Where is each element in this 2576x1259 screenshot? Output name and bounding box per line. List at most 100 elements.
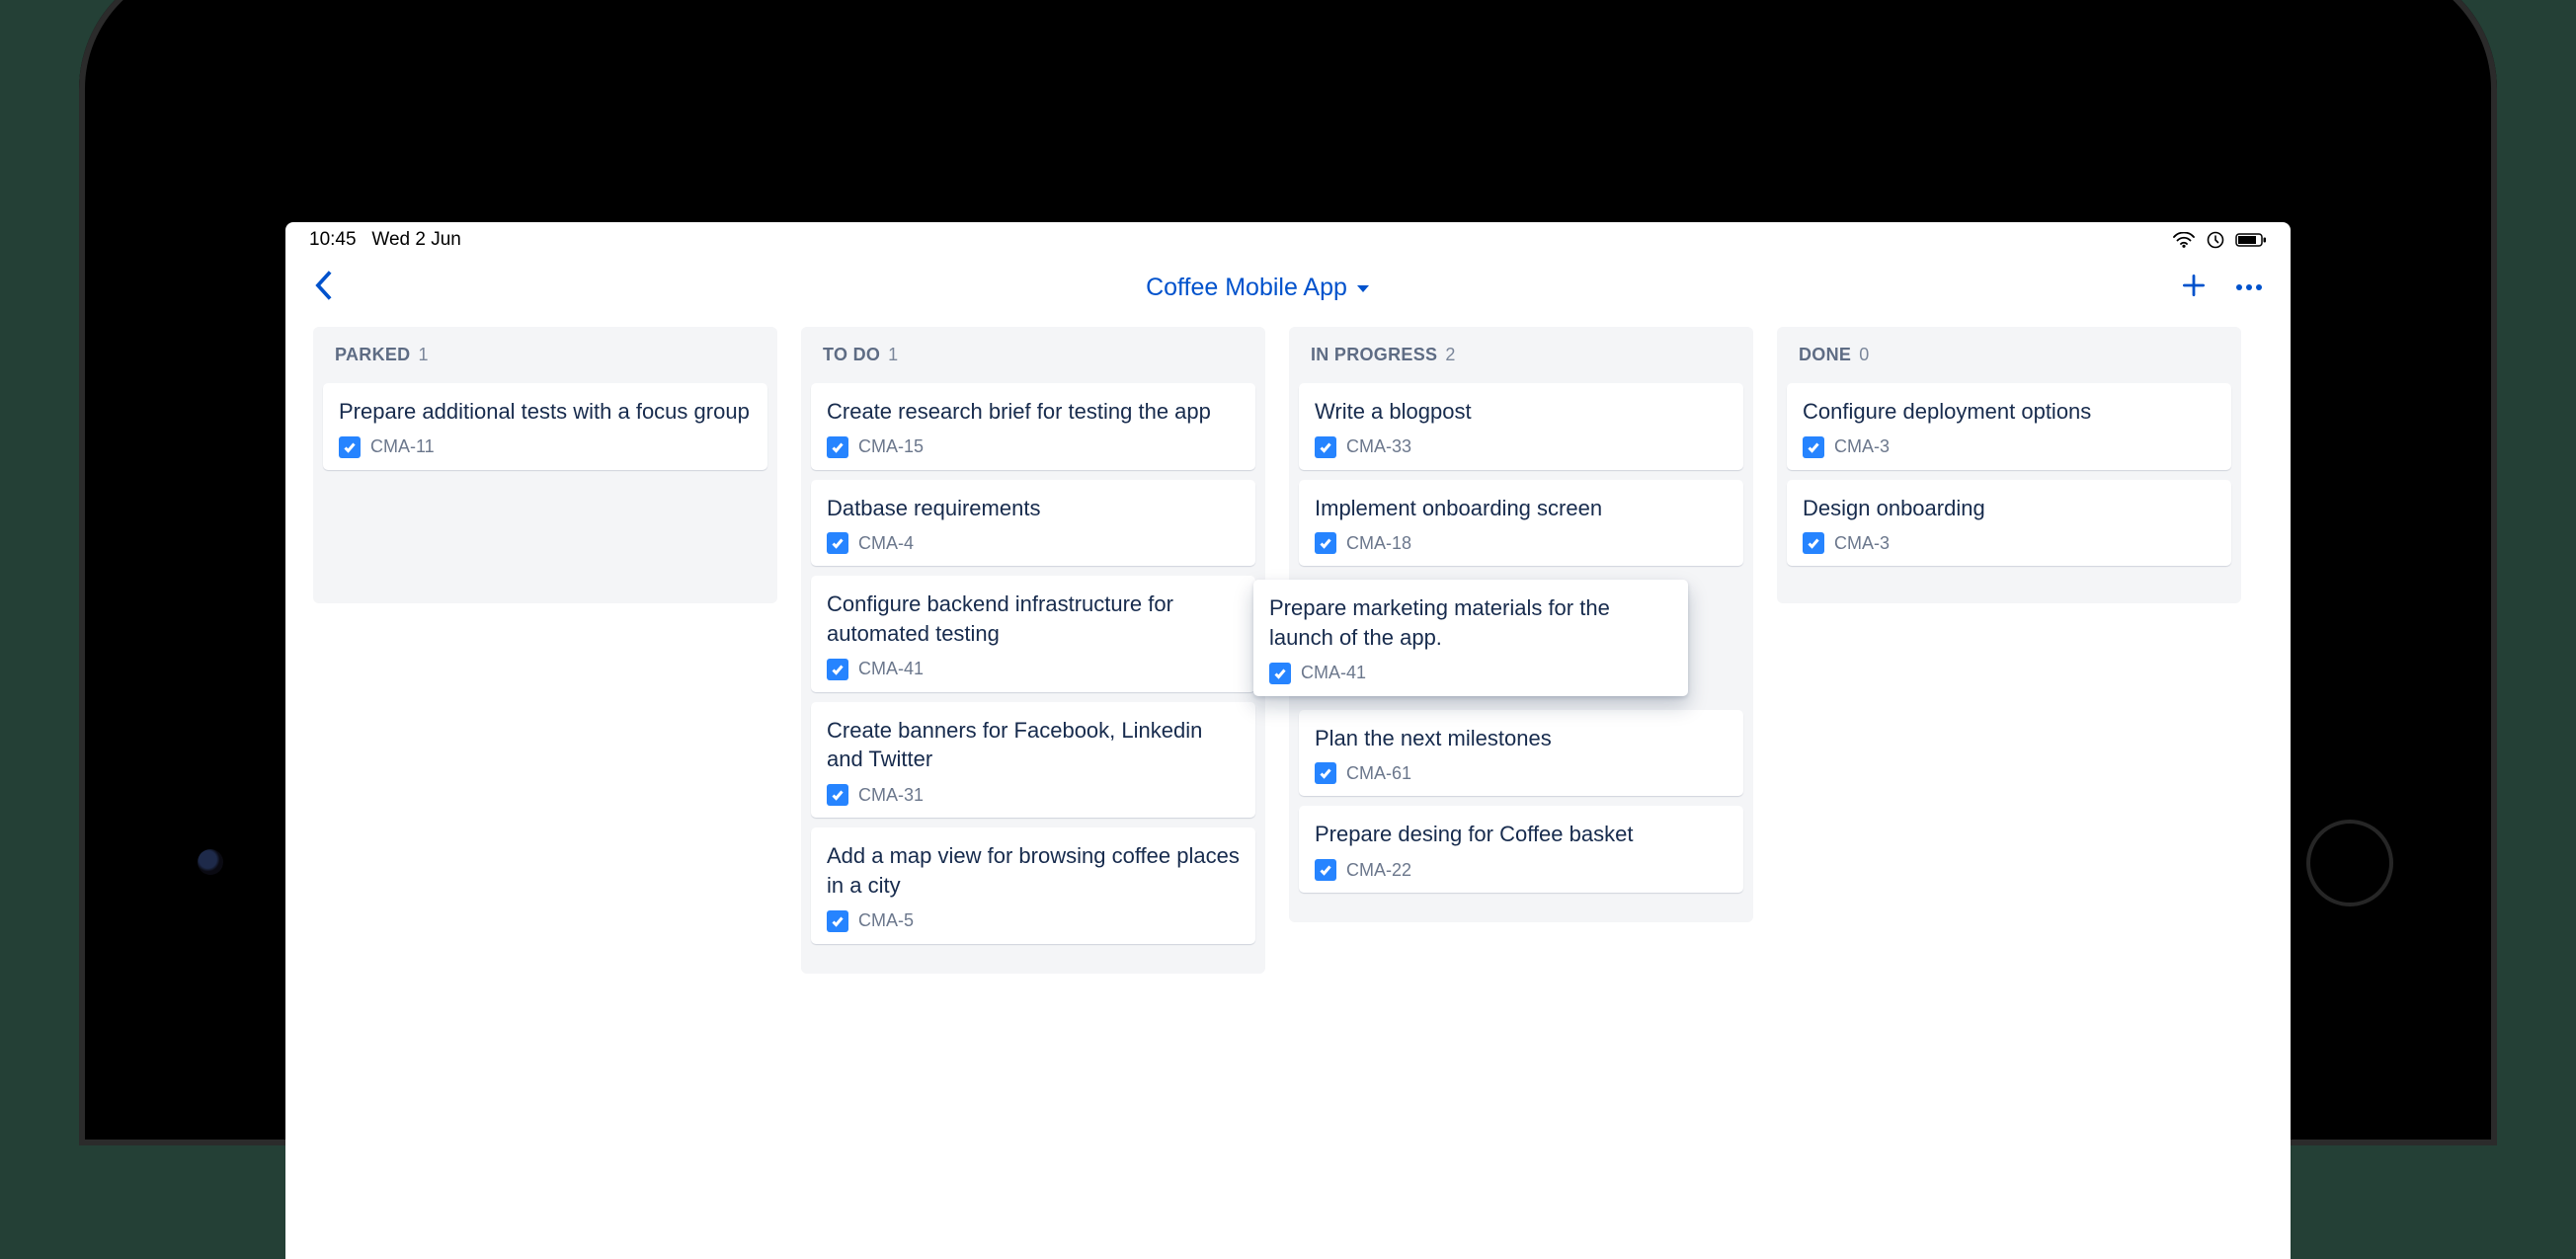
app-bar: Coffee Mobile App: [285, 258, 2291, 317]
column-count: 1: [888, 345, 898, 365]
card-title: Datbase requirements: [827, 494, 1240, 523]
card-title: Configure deployment options: [1803, 397, 2215, 427]
back-button[interactable]: [313, 270, 335, 306]
card-key: CMA-15: [858, 436, 924, 457]
column-count: 0: [1859, 345, 1869, 365]
card-key: CMA-3: [1834, 436, 1890, 457]
task-type-icon: [1803, 532, 1824, 554]
card-meta: CMA-18: [1315, 532, 1728, 554]
card-title: Design onboarding: [1803, 494, 2215, 523]
task-type-icon: [827, 659, 848, 680]
card-meta: CMA-31: [827, 784, 1240, 806]
card[interactable]: Prepare marketing materials for the laun…: [1253, 580, 1688, 695]
card[interactable]: Prepare desing for Coffee basket CMA-22: [1299, 806, 1743, 893]
column-header: PARKED 1: [323, 341, 767, 373]
column-name: PARKED: [335, 345, 410, 365]
card[interactable]: Write a blogpost CMA-33: [1299, 383, 1743, 470]
task-type-icon: [1803, 436, 1824, 458]
status-right: [2167, 229, 2267, 251]
battery-icon: [2229, 229, 2267, 250]
status-date: Wed 2 Jun: [371, 229, 460, 250]
card-key: CMA-18: [1346, 533, 1411, 554]
card-title: Write a blogpost: [1315, 397, 1728, 427]
card-meta: CMA-41: [827, 659, 1240, 680]
task-type-icon: [1269, 663, 1291, 684]
card[interactable]: Plan the next milestones CMA-61: [1299, 710, 1743, 797]
card-meta: CMA-61: [1315, 762, 1728, 784]
wifi-icon: [2167, 229, 2200, 250]
kanban-board: PARKED 1 Prepare additional tests with a f…: [285, 317, 2291, 1259]
card-title: Configure backend infrastructure for aut…: [827, 590, 1240, 648]
card-title: Create research brief for testing the ap…: [827, 397, 1240, 427]
card-title: Add a map view for browsing coffee place…: [827, 841, 1240, 900]
card-key: CMA-33: [1346, 436, 1411, 457]
card-meta: CMA-11: [339, 436, 752, 458]
card-key: CMA-41: [1301, 663, 1366, 683]
column-count: 2: [1445, 345, 1455, 365]
card-meta: CMA-33: [1315, 436, 1728, 458]
card-meta: CMA-3: [1803, 532, 2215, 554]
card-title: Prepare additional tests with a focus gr…: [339, 397, 752, 427]
card-meta: CMA-4: [827, 532, 1240, 554]
card-key: CMA-31: [858, 785, 924, 806]
card[interactable]: Configure backend infrastructure for aut…: [811, 576, 1255, 691]
card[interactable]: Add a map view for browsing coffee place…: [811, 827, 1255, 943]
card[interactable]: Design onboarding CMA-3: [1787, 480, 2231, 567]
tablet-frame: 10:45 Wed 2 Jun: [79, 0, 2497, 1145]
card[interactable]: Prepare additional tests with a focus gr…: [323, 383, 767, 470]
card-meta: CMA-15: [827, 436, 1240, 458]
task-type-icon: [1315, 859, 1336, 881]
caret-down-icon: [1357, 285, 1369, 292]
card-title: Implement onboarding screen: [1315, 494, 1728, 523]
column-name: TO DO: [823, 345, 880, 365]
card-title: Prepare marketing materials for the laun…: [1269, 593, 1672, 652]
card-meta: CMA-41: [1269, 663, 1672, 684]
card-title: Prepare desing for Coffee basket: [1315, 820, 1728, 849]
card[interactable]: Create banners for Facebook, Linkedin an…: [811, 702, 1255, 818]
column-header: IN PROGRESS 2: [1299, 341, 1743, 373]
column: DONE0Configure deployment optionsCMA-3De…: [1777, 327, 2241, 603]
card[interactable]: Implement onboarding screen CMA-18: [1299, 480, 1743, 567]
card-meta: CMA-3: [1803, 436, 2215, 458]
card-key: CMA-4: [858, 533, 914, 554]
card-key: CMA-5: [858, 910, 914, 931]
column: TO DO 1 Create research brief for testing …: [801, 327, 1265, 974]
card[interactable]: Datbase requirements CMA-4: [811, 480, 1255, 567]
screen: 10:45 Wed 2 Jun: [285, 222, 2291, 1259]
card-key: CMA-41: [858, 659, 924, 679]
task-type-icon: [1315, 532, 1336, 554]
card-key: CMA-3: [1834, 533, 1890, 554]
column: IN PROGRESS 2 Write a blogpost CMA-33 Implem…: [1289, 327, 1753, 922]
card-key: CMA-22: [1346, 860, 1411, 881]
board-title-text: Coffee Mobile App: [1146, 274, 1347, 302]
card[interactable]: Configure deployment options CMA-3: [1787, 383, 2231, 470]
column-header: DONE 0: [1787, 341, 2231, 373]
add-button[interactable]: [2180, 272, 2208, 304]
column-name: IN PROGRESS: [1311, 345, 1437, 365]
card-key: CMA-61: [1346, 763, 1411, 784]
status-bar: 10:45 Wed 2 Jun: [285, 222, 2291, 258]
tablet-camera: [198, 849, 223, 875]
status-left: 10:45 Wed 2 Jun: [309, 229, 461, 251]
task-type-icon: [339, 436, 361, 458]
column-header: TO DO 1: [811, 341, 1255, 373]
column-count: 1: [418, 345, 428, 365]
column-name: DONE: [1799, 345, 1851, 365]
card[interactable]: Create research brief for testing the ap…: [811, 383, 1255, 470]
task-type-icon: [1315, 436, 1336, 458]
card-title: Create banners for Facebook, Linkedin an…: [827, 716, 1240, 774]
task-type-icon: [827, 532, 848, 554]
task-type-icon: [827, 910, 848, 932]
status-time: 10:45: [309, 229, 357, 250]
column: PARKED 1 Prepare additional tests with a f…: [313, 327, 777, 603]
board-title-dropdown[interactable]: Coffee Mobile App: [1146, 274, 1369, 302]
more-button[interactable]: [2235, 278, 2263, 296]
task-type-icon: [827, 436, 848, 458]
task-type-icon: [1315, 762, 1336, 784]
card-meta: CMA-5: [827, 910, 1240, 932]
card-title: Plan the next milestones: [1315, 724, 1728, 753]
tablet-home-button[interactable]: [2306, 820, 2393, 906]
task-type-icon: [827, 784, 848, 806]
card-key: CMA-11: [370, 436, 435, 457]
card-meta: CMA-22: [1315, 859, 1728, 881]
